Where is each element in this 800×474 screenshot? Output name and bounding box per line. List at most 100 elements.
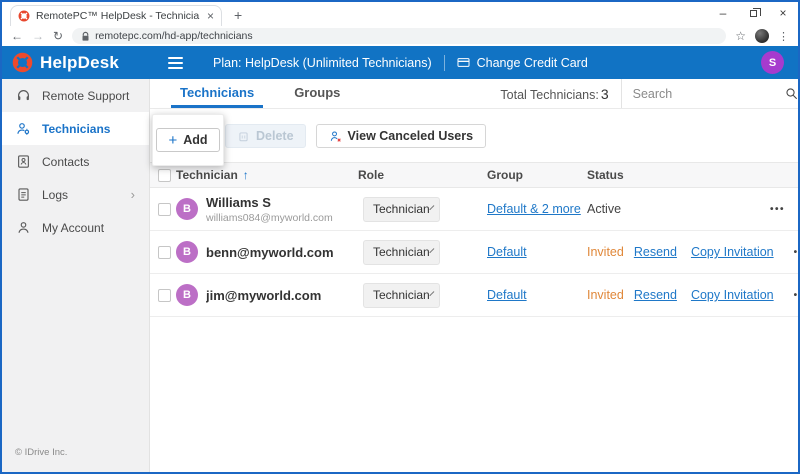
row-menu-icon[interactable]: ••• (794, 290, 798, 301)
restore-glyph (750, 10, 757, 17)
minimize-icon[interactable]: – (708, 2, 738, 24)
chevron-right-icon: › (131, 188, 135, 201)
copy-invitation-link[interactable]: Copy Invitation (691, 288, 774, 302)
table-row: B benn@myworld.com Technician Default In… (150, 231, 798, 274)
browser-menu-icon[interactable]: ⋮ (778, 30, 789, 43)
resend-link[interactable]: Resend (634, 245, 677, 259)
delete-button-label: Delete (256, 129, 294, 143)
sidebar-item-label: Technicians (42, 122, 110, 136)
close-icon[interactable]: × (768, 2, 798, 24)
role-dropdown[interactable]: Technician (363, 197, 440, 222)
avatar: B (176, 198, 198, 220)
browser-tab[interactable]: RemotePC™ HelpDesk - Technicia × (10, 5, 222, 26)
sidebar-item-label: My Account (42, 221, 104, 235)
row-actions: Resend Copy Invitation (634, 288, 774, 302)
total-technicians: Total Technicians:3 (500, 86, 608, 102)
group-link[interactable]: Default (487, 288, 527, 302)
header-divider (444, 55, 445, 71)
column-header-group: Group (487, 168, 523, 182)
technician-name: Williams S (206, 195, 333, 210)
technician-name: jim@myworld.com (206, 288, 321, 303)
total-count: 3 (601, 86, 609, 102)
avatar: B (176, 241, 198, 263)
sidebar-item-technicians[interactable]: Technicians (2, 112, 149, 145)
view-canceled-users-label: View Canceled Users (348, 129, 474, 143)
hamburger-menu-icon[interactable] (168, 57, 183, 69)
helpdesk-logo: HelpDesk (12, 52, 150, 73)
tab-technicians[interactable]: Technicians (171, 79, 263, 108)
add-button-label: Add (183, 133, 207, 147)
select-all-checkbox[interactable] (158, 169, 171, 182)
group-link[interactable]: Default & 2 more (487, 202, 581, 216)
copy-invitation-link[interactable]: Copy Invitation (691, 245, 774, 259)
tab-close-icon[interactable]: × (207, 10, 214, 22)
back-icon[interactable]: ← (11, 30, 23, 42)
user-avatar[interactable]: S (761, 51, 784, 74)
tab-groups[interactable]: Groups (285, 79, 349, 108)
plan-label: Plan: HelpDesk (Unlimited Technicians) (213, 56, 432, 70)
toolbar: + Add Delete (150, 109, 798, 162)
total-label: Total Technicians: (500, 88, 598, 102)
row-checkbox[interactable] (158, 246, 171, 259)
bookmark-star-icon[interactable]: ☆ (735, 29, 746, 43)
logo-text: HelpDesk (40, 53, 119, 73)
address-bar[interactable]: remotepc.com/hd-app/technicians (72, 28, 726, 44)
sidebar-item-contacts[interactable]: Contacts (2, 145, 149, 178)
row-checkbox[interactable] (158, 203, 171, 216)
sidebar-item-logs[interactable]: Logs › (2, 178, 149, 211)
role-dropdown[interactable]: Technician (363, 283, 440, 308)
role-value: Technician (373, 245, 430, 259)
change-credit-card-button[interactable]: Change Credit Card (457, 56, 588, 70)
app-header: HelpDesk Plan: HelpDesk (Unlimited Techn… (2, 46, 798, 79)
sidebar-item-remote-support[interactable]: Remote Support (2, 79, 149, 112)
change-credit-card-label: Change Credit Card (477, 56, 588, 70)
add-button-spotlight: + Add (152, 114, 224, 166)
lock-icon (81, 31, 90, 42)
table-row: B jim@myworld.com Technician Default Inv… (150, 274, 798, 317)
sidebar-item-label: Contacts (42, 155, 89, 169)
table-row: B Williams S williams084@myworld.com Tec… (150, 188, 798, 231)
search-input[interactable] (633, 87, 779, 101)
table-header: Technician ↑ Role Group Status (150, 162, 798, 188)
row-menu-icon[interactable]: ••• (794, 247, 798, 258)
add-button[interactable]: + Add (156, 128, 219, 152)
row-menu-icon[interactable]: ••• (770, 204, 785, 215)
chevron-down-icon (429, 248, 434, 253)
sidebar-item-label: Logs (42, 188, 68, 202)
browser-window: RemotePC™ HelpDesk - Technicia × + – × ←… (0, 0, 800, 474)
search-icon[interactable] (785, 87, 798, 100)
resend-link[interactable]: Resend (634, 288, 677, 302)
tab-label: Groups (294, 85, 340, 100)
status-badge: Invited (587, 245, 624, 259)
helpdesk-logo-icon (12, 52, 33, 73)
browser-url-bar: ← → ↻ remotepc.com/hd-app/technicians ☆ … (2, 26, 798, 46)
sidebar: Remote Support Technicians Contacts (2, 79, 150, 472)
sort-asc-icon[interactable]: ↑ (243, 168, 249, 182)
url-text: remotepc.com/hd-app/technicians (95, 30, 253, 42)
refresh-icon[interactable]: ↻ (53, 30, 63, 42)
remotepc-favicon (18, 10, 30, 22)
delete-button: Delete (225, 124, 306, 148)
copyright-footer: © IDrive Inc. (2, 437, 149, 472)
headset-icon (16, 88, 31, 103)
view-canceled-users-button[interactable]: View Canceled Users (316, 124, 487, 148)
column-header-technician[interactable]: Technician (176, 168, 238, 182)
role-dropdown[interactable]: Technician (363, 240, 440, 265)
logs-icon (16, 187, 31, 202)
new-tab-button[interactable]: + (234, 8, 242, 22)
window-controls: – × (708, 2, 798, 24)
restore-icon[interactable] (738, 2, 768, 24)
chevron-down-icon (429, 205, 434, 210)
trash-icon (237, 130, 250, 143)
credit-card-icon (457, 56, 470, 69)
row-checkbox[interactable] (158, 289, 171, 302)
avatar: B (176, 284, 198, 306)
technician-name: benn@myworld.com (206, 245, 334, 260)
browser-profile-avatar[interactable] (755, 29, 769, 43)
technician-email: williams084@myworld.com (206, 212, 333, 224)
plus-icon: + (168, 133, 177, 148)
sidebar-item-my-account[interactable]: My Account (2, 211, 149, 244)
section-tabs: Technicians Groups Total Technicians:3 (150, 79, 798, 109)
group-link[interactable]: Default (487, 245, 527, 259)
sidebar-item-label: Remote Support (42, 89, 129, 103)
